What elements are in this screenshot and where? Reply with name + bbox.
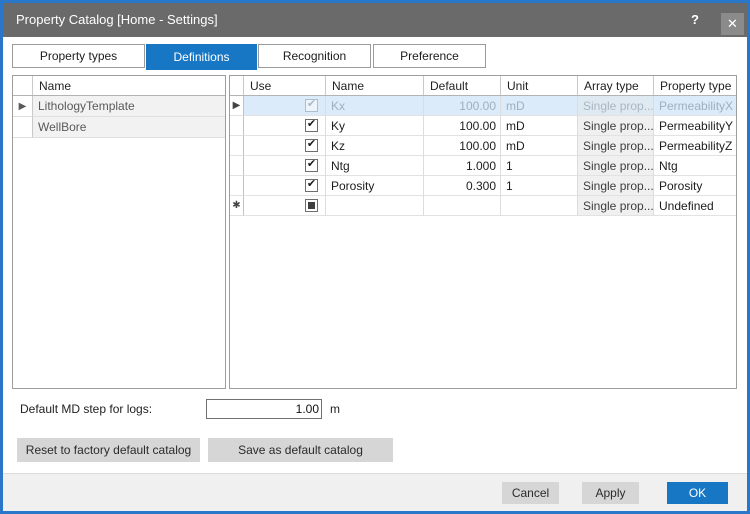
definitions-grid: Use Name Default Unit Array type Propert… [229,75,737,389]
use-checkbox[interactable] [305,159,318,172]
default-cell[interactable] [424,196,501,216]
use-column-header: Use [244,76,326,95]
current-row-arrow-icon: ▶ [230,96,244,116]
list-item[interactable]: ▶ LithologyTemplate [13,96,225,117]
default-cell[interactable]: 100.00 [424,116,501,136]
table-row[interactable]: ▶ Kx 100.00 mD Single prop... Permeabili… [230,96,736,116]
use-checkbox[interactable] [305,99,318,112]
close-icon[interactable]: ✕ [721,13,744,35]
cancel-button[interactable]: Cancel [502,482,559,504]
list-item-label[interactable]: WellBore [33,117,225,138]
save-default-catalog-button[interactable]: Save as default catalog [208,438,393,462]
tab-property-types[interactable]: Property types [12,44,145,68]
array-type-cell: Single prop... [578,156,654,176]
default-cell[interactable]: 100.00 [424,136,501,156]
use-cell[interactable] [244,96,326,116]
property-catalog-dialog: Property Catalog [Home - Settings] ? ✕ P… [0,0,750,514]
unit-cell[interactable]: mD [501,116,578,136]
name-cell[interactable]: Kz [326,136,424,156]
current-row-arrow-icon: ▶ [13,96,33,117]
unit-column-header: Unit [501,76,578,95]
name-cell[interactable]: Ky [326,116,424,136]
list-item-label[interactable]: LithologyTemplate [33,96,225,117]
table-row[interactable]: Ky 100.00 mD Single prop... Permeability… [230,116,736,136]
property-type-cell[interactable]: Porosity [654,176,736,196]
row-indicator [13,117,33,138]
new-table-row[interactable]: ✱ Single prop... Undefined [230,196,736,216]
row-indicator [230,156,244,176]
list-item[interactable]: WellBore [13,117,225,138]
property-type-cell[interactable]: PermeabilityZ [654,136,736,156]
unit-cell[interactable]: mD [501,96,578,116]
row-indicator [230,116,244,136]
array-type-cell: Single prop... [578,96,654,116]
grid-header: Use Name Default Unit Array type Propert… [230,76,736,96]
unit-cell[interactable]: 1 [501,156,578,176]
name-column-header: Name [33,76,225,95]
use-cell[interactable] [244,156,326,176]
property-type-cell[interactable]: PermeabilityX [654,96,736,116]
table-row[interactable]: Kz 100.00 mD Single prop... Permeability… [230,136,736,156]
row-indicator [230,136,244,156]
unit-cell[interactable]: 1 [501,176,578,196]
property-type-cell[interactable]: Undefined [654,196,736,216]
use-cell[interactable] [244,176,326,196]
property-type-cell[interactable]: PermeabilityY [654,116,736,136]
array-type-cell: Single prop... [578,136,654,156]
apply-button[interactable]: Apply [582,482,639,504]
row-indicator [230,176,244,196]
reset-factory-catalog-button[interactable]: Reset to factory default catalog [17,438,200,462]
template-list-header: Name [13,76,225,96]
use-cell[interactable] [244,116,326,136]
use-checkbox[interactable] [305,119,318,132]
tab-definitions[interactable]: Definitions [146,44,257,70]
tab-recognition[interactable]: Recognition [258,44,371,68]
default-column-header: Default [424,76,501,95]
table-row[interactable]: Ntg 1.000 1 Single prop... Ntg [230,156,736,176]
name-column-header: Name [326,76,424,95]
array-type-cell: Single prop... [578,196,654,216]
use-checkbox[interactable] [305,199,318,212]
ok-button[interactable]: OK [667,482,728,504]
name-cell[interactable]: Porosity [326,176,424,196]
property-type-cell[interactable]: Ntg [654,156,736,176]
use-cell[interactable] [244,196,326,216]
use-checkbox[interactable] [305,139,318,152]
row-indicator-header [13,76,33,95]
window-title: Property Catalog [Home - Settings] [16,3,218,37]
default-cell[interactable]: 0.300 [424,176,501,196]
default-cell[interactable]: 1.000 [424,156,501,176]
md-step-label: Default MD step for logs: [20,399,152,419]
unit-cell[interactable] [501,196,578,216]
template-list: Name ▶ LithologyTemplate WellBore [12,75,226,389]
dialog-footer: Cancel Apply OK [3,473,747,511]
property-type-column-header: Property type [654,76,736,95]
name-cell[interactable]: Ntg [326,156,424,176]
md-step-unit-label: m [330,399,340,419]
array-type-column-header: Array type [578,76,654,95]
help-icon[interactable]: ? [691,3,699,37]
use-checkbox[interactable] [305,179,318,192]
table-row[interactable]: Porosity 0.300 1 Single prop... Porosity [230,176,736,196]
md-step-input[interactable] [206,399,322,419]
row-indicator-header [230,76,244,95]
tab-preference[interactable]: Preference [373,44,486,68]
titlebar: Property Catalog [Home - Settings] ? ✕ [3,3,747,37]
new-row-asterisk-icon: ✱ [230,196,244,216]
default-cell[interactable]: 100.00 [424,96,501,116]
name-cell[interactable] [326,196,424,216]
use-cell[interactable] [244,136,326,156]
array-type-cell: Single prop... [578,116,654,136]
array-type-cell: Single prop... [578,176,654,196]
unit-cell[interactable]: mD [501,136,578,156]
name-cell[interactable]: Kx [326,96,424,116]
